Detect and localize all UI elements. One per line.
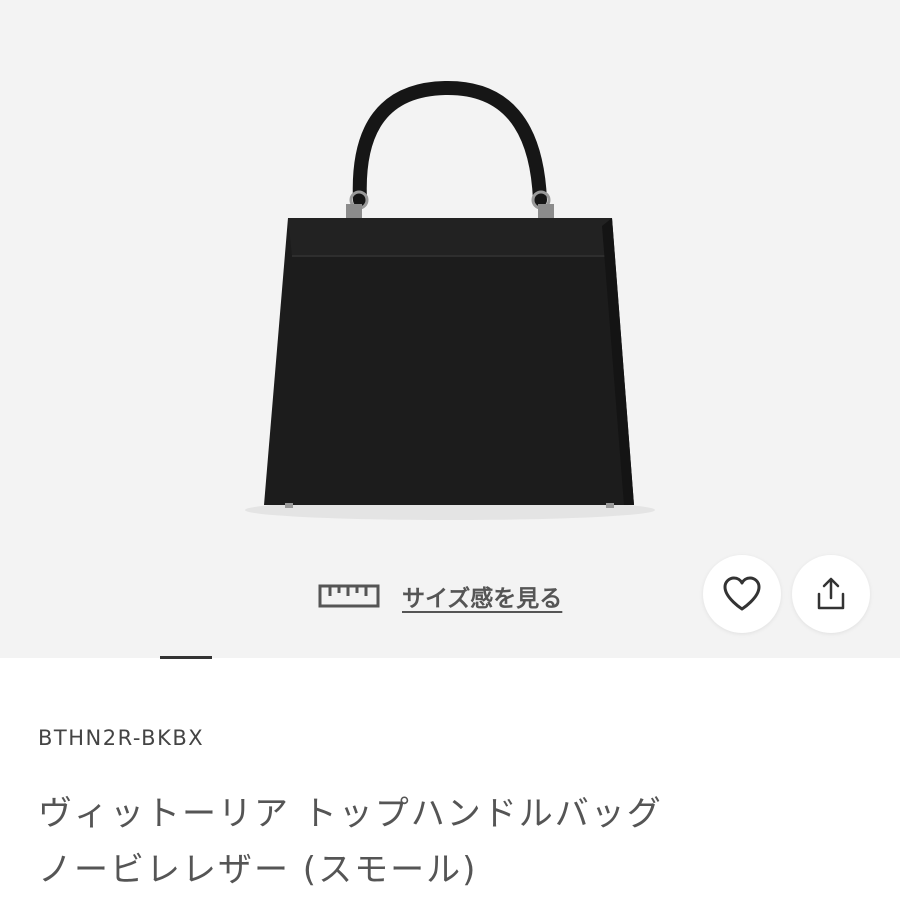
favorite-button[interactable] [703,555,781,633]
share-icon [817,577,845,610]
heart-icon [723,576,761,611]
share-button[interactable] [792,555,870,633]
product-sku: BTHN2R-BKBX [38,726,205,750]
size-guide-label[interactable]: サイズ感を見る [402,579,562,613]
product-hero: サイズ感を見る [0,0,900,658]
product-title: ヴィットーリア トップハンドルバッグ ノービレレザー (スモール) [38,794,663,890]
size-guide-link[interactable]: サイズ感を見る [318,578,562,614]
carousel-indicator[interactable] [160,656,212,659]
ruler-icon [318,584,380,608]
product-image[interactable] [0,0,900,560]
